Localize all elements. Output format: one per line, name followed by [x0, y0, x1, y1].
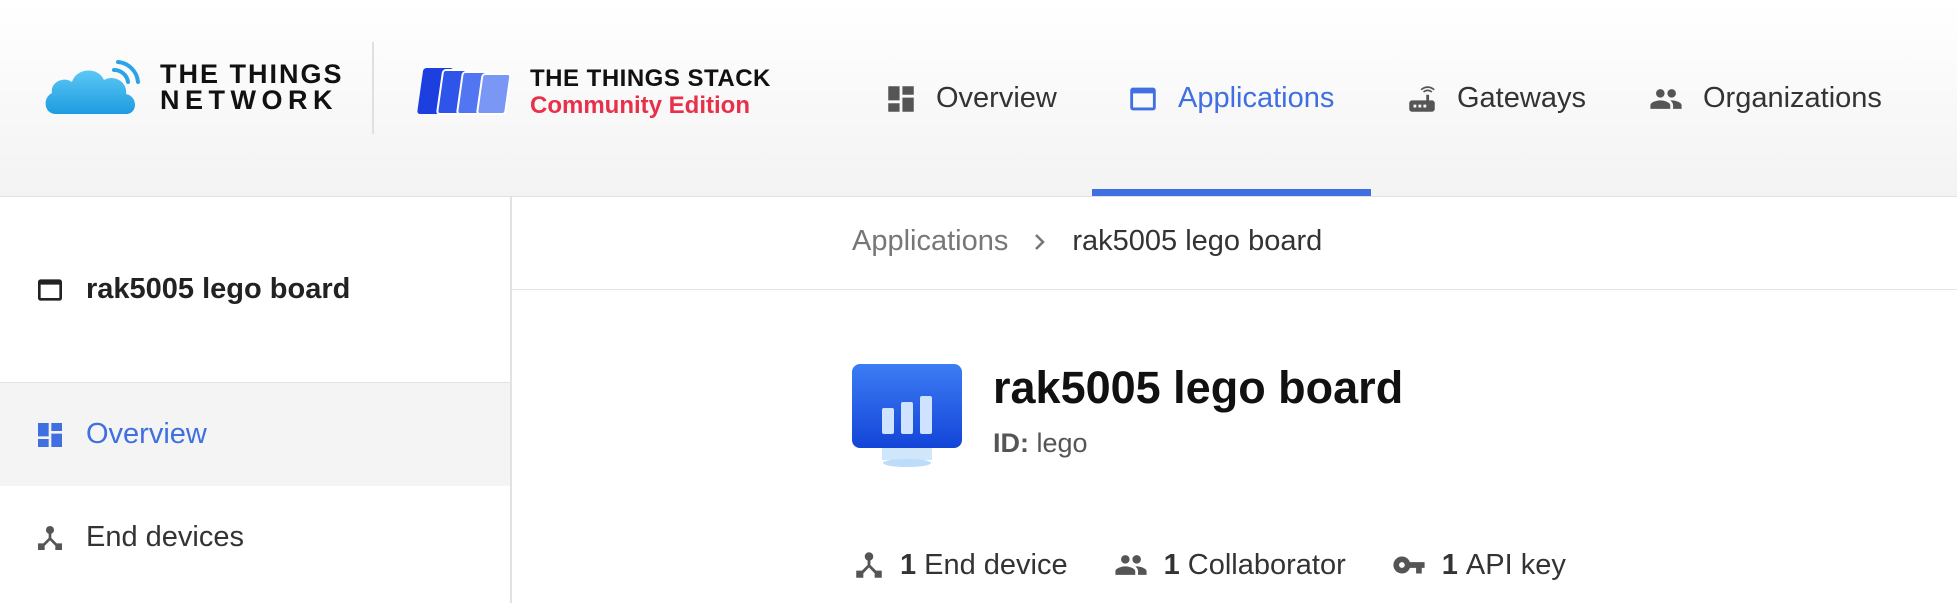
nav-applications[interactable]: Applications	[1126, 0, 1334, 197]
nav-active-indicator	[1092, 189, 1371, 196]
application-logo	[852, 364, 962, 473]
stat-api-keys-count: 1	[1441, 548, 1458, 581]
nav-overview-label: Overview	[936, 82, 1057, 114]
application-stats: 1 End device 1 Collaborator 1 API key	[852, 548, 1610, 582]
key-icon	[1393, 556, 1425, 574]
sidebar-item-overview[interactable]: Overview	[0, 383, 510, 486]
ttn-logo-line2: NETWORK	[160, 85, 338, 115]
breadcrumb: Applications rak5005 lego board	[852, 225, 1322, 258]
tts-logo[interactable]: THE THINGS STACK Community Edition	[414, 64, 771, 120]
device-hub-icon	[856, 552, 882, 578]
sidebar-item-overview-label: Overview	[86, 418, 207, 450]
application-id-label: ID:	[993, 428, 1029, 458]
stat-end-devices[interactable]: 1 End device	[852, 548, 1068, 582]
page-title: rak5005 lego board	[993, 362, 1404, 413]
sidebar: rak5005 lego board Overview End devices	[0, 197, 512, 603]
sidebar-header: rak5005 lego board	[34, 273, 350, 306]
stat-collaborators-count: 1	[1163, 548, 1180, 581]
chevron-right-icon	[1035, 233, 1046, 250]
dashboard-icon	[38, 422, 62, 447]
breadcrumb-bar: Applications rak5005 lego board	[512, 197, 1957, 290]
stat-end-devices-label: End device	[924, 548, 1068, 581]
stack-logo-icon	[417, 68, 510, 115]
sidebar-item-end-devices[interactable]: End devices	[0, 486, 510, 589]
top-header: THE THINGS NETWORK THE THINGS STACK Comm…	[0, 0, 1957, 197]
dashboard-icon	[888, 85, 914, 112]
monitor-chart-icon	[852, 364, 962, 467]
header-divider	[372, 42, 374, 134]
application-icon	[38, 278, 62, 301]
cloud-logo-icon	[45, 60, 140, 114]
tts-logo-edition: Community Edition	[530, 92, 750, 119]
application-id-value: lego	[1036, 428, 1088, 458]
sidebar-item-end-devices-label: End devices	[86, 521, 244, 553]
nav-overview[interactable]: Overview	[884, 0, 1057, 197]
stat-api-keys-label: API key	[1465, 548, 1566, 581]
nav-organizations-label: Organizations	[1703, 82, 1882, 114]
nav-gateways[interactable]: Gateways	[1405, 0, 1586, 197]
tts-logo-title: THE THINGS STACK	[530, 65, 771, 92]
nav-organizations[interactable]: Organizations	[1647, 0, 1882, 197]
stat-end-devices-count: 1	[900, 548, 917, 581]
breadcrumb-applications-link[interactable]: Applications	[852, 225, 1008, 258]
people-icon	[1115, 555, 1147, 575]
stat-collaborators-label: Collaborator	[1187, 548, 1346, 581]
breadcrumb-current: rak5005 lego board	[1072, 225, 1323, 257]
nav-applications-label: Applications	[1178, 82, 1335, 114]
device-hub-icon	[38, 525, 62, 550]
ttn-logo-line1: THE THINGS	[160, 59, 344, 89]
router-icon	[1409, 85, 1435, 112]
ttn-logo[interactable]: THE THINGS NETWORK	[42, 58, 344, 116]
stat-collaborators[interactable]: 1 Collaborator	[1112, 548, 1346, 582]
sidebar-title: rak5005 lego board	[86, 273, 351, 305]
stat-api-keys[interactable]: 1 API key	[1390, 548, 1566, 582]
application-icon	[1130, 87, 1156, 110]
nav-gateways-label: Gateways	[1457, 82, 1586, 114]
people-icon	[1650, 88, 1682, 109]
application-id: ID: lego	[993, 428, 1088, 459]
